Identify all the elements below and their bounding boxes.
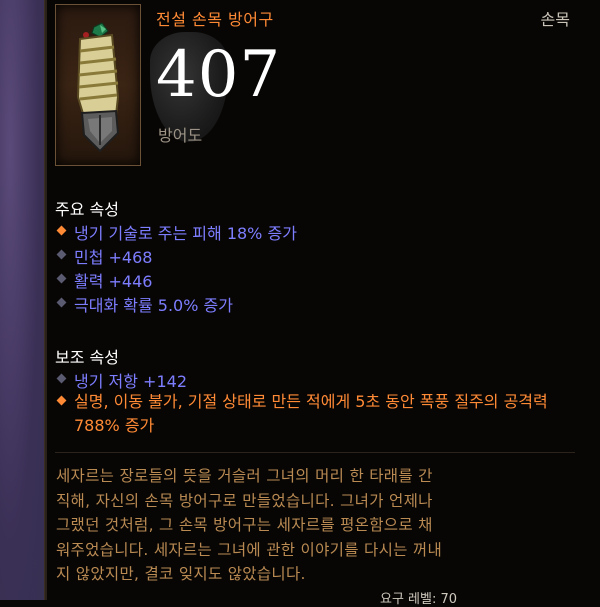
- bullet-icon: [56, 249, 67, 260]
- secondary-stats-title: 보조 속성: [55, 348, 119, 367]
- flavor-text: 세자르는 장로들의 뜻을 거슬러 그녀의 머리 한 타래를 간 직해, 자신의 …: [56, 467, 443, 583]
- legendary-bullet-icon: [56, 395, 67, 406]
- section-divider: [55, 452, 575, 453]
- primary-stat-text: 냉기 기술로 주는 피해 18% 증가: [74, 224, 297, 243]
- primary-stat: 냉기 기술로 주는 피해 18% 증가: [55, 220, 297, 244]
- primary-stats-title: 주요 속성: [55, 200, 119, 219]
- primary-stat-text: 활력 +446: [74, 272, 153, 291]
- armor-label: 방어도: [158, 126, 203, 145]
- bracer-icon: [55, 4, 141, 166]
- secondary-stat: 실명, 이동 불가, 기절 상태로 만든 적에게 5초 동안 폭풍 질주의 공격…: [55, 390, 594, 438]
- required-level: 요구 레벨: 70: [380, 592, 458, 607]
- armor-value: 407: [156, 38, 282, 112]
- item-name: 전설 손목 방어구: [156, 10, 274, 29]
- bullet-icon: [56, 373, 67, 384]
- secondary-stat-text: 냉기 저항 +142: [74, 372, 187, 391]
- item-slot: 손목: [540, 10, 570, 29]
- primary-stat: 민첩 +468: [55, 244, 152, 268]
- secondary-stat-text: 실명, 이동 불가, 기절 상태로 만든 적에게 5초 동안 폭풍 질주의 공격…: [74, 392, 548, 435]
- bullet-icon: [56, 297, 67, 308]
- bullet-icon: [56, 273, 67, 284]
- legendary-bullet-icon: [56, 225, 67, 236]
- game-background: [0, 0, 44, 600]
- primary-stat: 극대화 확률 5.0% 증가: [55, 292, 233, 316]
- primary-stat: 활력 +446: [55, 268, 152, 292]
- primary-stat-text: 민첩 +468: [74, 248, 153, 267]
- primary-stat-text: 극대화 확률 5.0% 증가: [74, 296, 233, 315]
- secondary-stat: 냉기 저항 +142: [55, 368, 187, 392]
